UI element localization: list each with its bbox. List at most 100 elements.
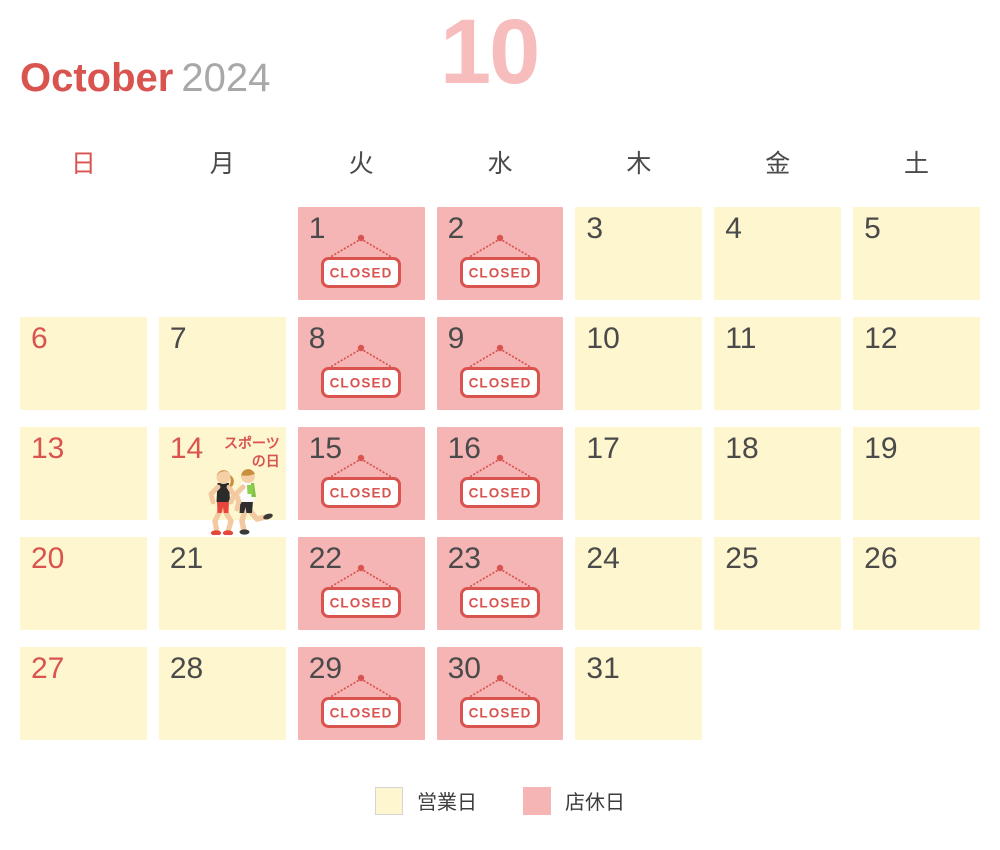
calendar-cell-empty [853, 647, 980, 740]
weekday-header-6: 土 [904, 150, 930, 178]
day-number: 31 [586, 652, 620, 685]
closed-sign-icon: CLOSED [448, 561, 552, 623]
weekday-header-2: 火 [348, 150, 374, 178]
calendar-cell-day-31[interactable]: 31 [575, 647, 703, 740]
closed-sign-icon: CLOSED [448, 231, 552, 293]
day-number: 7 [169, 322, 187, 355]
legend-swatch-open [375, 786, 403, 815]
calendar-cell-day-14[interactable]: 14 スポーツ の日 [158, 427, 286, 535]
day-number: 6 [31, 322, 48, 355]
calendar-cell-empty [20, 207, 147, 300]
closed-sign-icon: CLOSED [309, 451, 413, 513]
calendar-cell-day-9[interactable]: 9 CLOSED [436, 317, 564, 410]
day-number: 28 [169, 652, 204, 685]
svg-text:CLOSED: CLOSED [330, 596, 393, 611]
calendar-cell-day-21[interactable]: 21 [158, 537, 286, 630]
svg-text:CLOSED: CLOSED [330, 486, 393, 501]
calendar-header: 10 October 2024 [0, 0, 1000, 135]
day-number: 13 [31, 432, 65, 465]
day-number: 14 [169, 432, 204, 465]
calendar-cell-day-3[interactable]: 3 [575, 207, 703, 300]
calendar-page: 10 October 2024 日月火水木金土 1 CLOSED 2 CLOSED 3 4 5… [0, 0, 1000, 850]
title-year: 2024 [181, 56, 271, 100]
day-number: 5 [864, 212, 881, 245]
calendar-cell-day-20[interactable]: 20 [20, 537, 147, 630]
svg-text:CLOSED: CLOSED [469, 706, 532, 721]
day-number: 24 [586, 542, 620, 575]
day-number: 10 [586, 322, 620, 355]
calendar-cell-day-12[interactable]: 12 [853, 317, 980, 410]
svg-text:CLOSED: CLOSED [469, 266, 532, 281]
calendar-cell-day-24[interactable]: 24 [575, 537, 703, 630]
day-number: 25 [725, 542, 759, 575]
legend-label: 店休日 [565, 792, 625, 814]
closed-sign-icon: CLOSED [309, 231, 413, 293]
weekday-header-0: 日 [70, 150, 96, 178]
calendar-cell-day-6[interactable]: 6 [20, 317, 147, 410]
calendar-cell-day-2[interactable]: 2 CLOSED [436, 207, 564, 300]
calendar-cell-day-8[interactable]: 8 CLOSED [297, 317, 425, 410]
day-number: 17 [586, 432, 620, 465]
calendar-cell-day-15[interactable]: 15 CLOSED [297, 427, 425, 520]
legend: 営業日 店休日 [0, 786, 1000, 815]
calendar-cell-empty [714, 647, 841, 740]
day-number: 27 [31, 652, 65, 685]
calendar-cell-day-29[interactable]: 29 CLOSED [297, 647, 425, 740]
svg-text:CLOSED: CLOSED [469, 486, 532, 501]
calendar-cell-day-22[interactable]: 22 CLOSED [297, 537, 425, 630]
weekday-header-1: 月 [209, 150, 235, 178]
svg-text:CLOSED: CLOSED [330, 706, 393, 721]
calendar-cell-day-4[interactable]: 4 [714, 207, 842, 300]
day-number: 11 [725, 322, 757, 355]
closed-sign-icon: CLOSED [309, 341, 413, 403]
day-number: 26 [864, 542, 898, 575]
calendar-cell-day-25[interactable]: 25 [714, 537, 842, 630]
calendar-cell-empty [159, 207, 286, 300]
day-number: 19 [864, 432, 898, 465]
calendar-cell-day-23[interactable]: 23 CLOSED [436, 537, 564, 630]
calendar-cell-day-28[interactable]: 28 [158, 647, 286, 740]
closed-sign-icon: CLOSED [309, 671, 413, 733]
closed-sign-icon: CLOSED [448, 671, 552, 733]
legend-item-open: 営業日 [375, 786, 477, 815]
closed-sign-icon: CLOSED [309, 561, 413, 623]
title-month-name: October [20, 56, 174, 100]
holiday-label-line1: スポーツ [223, 435, 280, 451]
calendar-grid: 1 CLOSED 2 CLOSED 3 4 5 6 7 8 CLOSED 9 CLOSED 10 11 12 1… [20, 207, 980, 740]
svg-text:CLOSED: CLOSED [330, 376, 393, 391]
closed-sign-icon: CLOSED [448, 451, 552, 513]
day-number: 18 [725, 432, 759, 465]
month-number-watermark: 10 [440, 1, 540, 103]
calendar-cell-day-10[interactable]: 10 [575, 317, 703, 410]
calendar-cell-day-26[interactable]: 26 [853, 537, 980, 630]
day-number: 12 [864, 322, 898, 355]
legend-item-closed: 店休日 [523, 786, 625, 815]
weekday-header-row: 日月火水木金土 [20, 142, 980, 182]
calendar-cell-day-27[interactable]: 27 [20, 647, 147, 740]
day-number: 3 [586, 212, 604, 245]
day-number: 21 [169, 542, 204, 575]
weekday-header-5: 金 [765, 150, 791, 178]
weekday-header-4: 木 [626, 150, 652, 178]
legend-label: 営業日 [417, 792, 477, 814]
calendar-cell-day-18[interactable]: 18 [714, 427, 842, 520]
sports-day-runners-icon [187, 463, 291, 535]
calendar-cell-day-11[interactable]: 11 [714, 317, 842, 410]
calendar-cell-day-30[interactable]: 30 CLOSED [436, 647, 564, 740]
page-title: October 2024 [20, 58, 270, 98]
day-number: 20 [31, 542, 65, 575]
svg-text:CLOSED: CLOSED [469, 596, 532, 611]
svg-text:CLOSED: CLOSED [469, 376, 532, 391]
legend-swatch-closed [523, 786, 551, 815]
calendar-cell-day-13[interactable]: 13 [20, 427, 147, 520]
closed-sign-icon: CLOSED [448, 341, 552, 403]
svg-text:CLOSED: CLOSED [330, 266, 393, 281]
calendar-cell-day-19[interactable]: 19 [853, 427, 980, 520]
calendar-cell-day-17[interactable]: 17 [575, 427, 703, 520]
calendar-cell-day-5[interactable]: 5 [853, 207, 980, 300]
calendar-cell-day-1[interactable]: 1 CLOSED [297, 207, 425, 300]
weekday-header-3: 水 [487, 150, 513, 178]
day-number: 4 [725, 212, 742, 245]
calendar-cell-day-16[interactable]: 16 CLOSED [436, 427, 564, 520]
calendar-cell-day-7[interactable]: 7 [158, 317, 286, 410]
